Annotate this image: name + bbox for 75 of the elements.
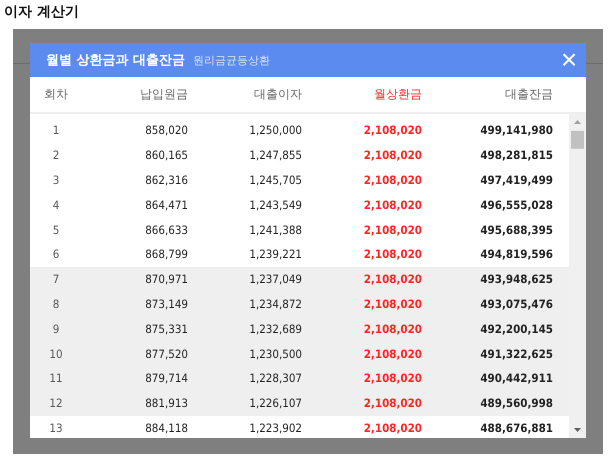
table-cell-text: 866,633 [144,222,188,237]
table-cell-text: 1 [52,123,60,138]
table-cell-text: 5 [52,222,60,237]
table-cell-text: 1,237,049 [248,272,302,286]
column-header: 월상환금 [373,86,422,103]
table-cell-text: 3 [52,172,60,187]
table-cell-text: 489,560,998 [479,396,553,410]
table-cell-text: 7 [52,272,60,286]
table-cell-text: 1,230,500 [248,346,302,361]
table-cell-text: 2,108,020 [362,371,422,386]
table-cell-text: 2,108,020 [362,296,422,311]
table-cell-text: 488,676,881 [479,420,553,435]
table-cell-text: 2,108,020 [362,172,422,187]
table-cell-text: 2 [52,148,60,162]
table-cell-text: 868,799 [144,247,188,262]
table-cell-text: 879,714 [144,371,188,386]
table-cell-text: 12 [48,396,64,410]
table-cell-text: 2,108,020 [362,420,422,435]
table-cell-text: 2,108,020 [362,123,422,138]
table-cell-text: 2,108,020 [362,247,422,262]
table-cell-text: 4 [52,198,60,212]
table-cell-text: 1,243,549 [248,198,302,212]
column-header: 대출잔금 [504,86,553,103]
table-cell-text: 2,108,020 [362,272,422,286]
table-cell-text: 1,250,000 [248,123,302,138]
table-cell-text: 1,223,902 [248,420,302,435]
table-cell-text: 493,948,625 [479,272,553,286]
table-cell-text: 499,141,980 [479,123,553,138]
table-cell-text: 884,118 [144,420,188,435]
table-cell-text: 498,281,815 [479,148,553,162]
table-cell-text: 873,149 [144,296,188,311]
table-cell-text: 493,075,476 [479,296,553,311]
table-cell-text: 497,419,499 [479,172,553,187]
table-cell-text: 864,471 [144,198,188,212]
table-cell-text: 1,234,872 [248,296,302,311]
table-cell-text: 2,108,020 [362,222,422,237]
table-cell-text: 875,331 [144,322,188,336]
table-cell-text: 862,316 [144,172,188,187]
table-cell-text: 9 [52,322,60,336]
table-cell-text: 1,241,388 [248,222,302,237]
dialog-subtitle: 원리금균등상환 [193,52,272,68]
table-cell-text: 858,020 [144,123,188,138]
table-cell-text: 10 [48,346,64,361]
table-cell-text: 490,442,911 [479,371,553,386]
table-cell-text: 2,108,020 [362,396,422,410]
table-cell-text: 1,228,307 [248,371,302,386]
table-cell-text: 1,232,689 [248,322,302,336]
table-cell-text: 6 [52,247,60,262]
close-button[interactable]: × [552,43,586,77]
table-cell-text: 1,247,855 [248,148,302,162]
table-cell-text: 491,322,625 [479,346,553,361]
table-cell-text: 8 [52,296,60,311]
table-cell-text: 1,239,221 [248,247,302,262]
table-cell-text: 11 [48,371,64,386]
table-cell-text: 495,688,395 [479,222,553,237]
table-cell-text: 877,520 [144,346,188,361]
table-cell-text: 2,108,020 [362,322,422,336]
scrollbar[interactable] [569,114,586,438]
column-header: 회차 [43,86,69,103]
table-cell-text: 860,165 [144,148,188,162]
column-header: 납입원금 [139,86,188,103]
dialog-title: 월별 상환금과 대출잔금 [46,52,186,69]
table-cell-text: 1,245,705 [248,172,302,187]
table-cell-text: 2,108,020 [362,148,422,162]
table-cell-text: 496,555,028 [479,198,553,212]
table-cell-text: 494,819,596 [479,247,553,262]
table-cell-text: 881,913 [144,396,188,410]
table-cell-text: 1,226,107 [248,396,302,410]
column-header: 대출이자 [253,86,302,103]
page-title: 이자 계산기 [3,3,80,22]
table-cell-text: 870,971 [144,272,188,286]
table-cell-text: 2,108,020 [362,346,422,361]
table-cell-text: 2,108,020 [362,198,422,212]
table-cell-text: 13 [48,420,64,435]
table-cell-text: 492,200,145 [479,322,553,336]
